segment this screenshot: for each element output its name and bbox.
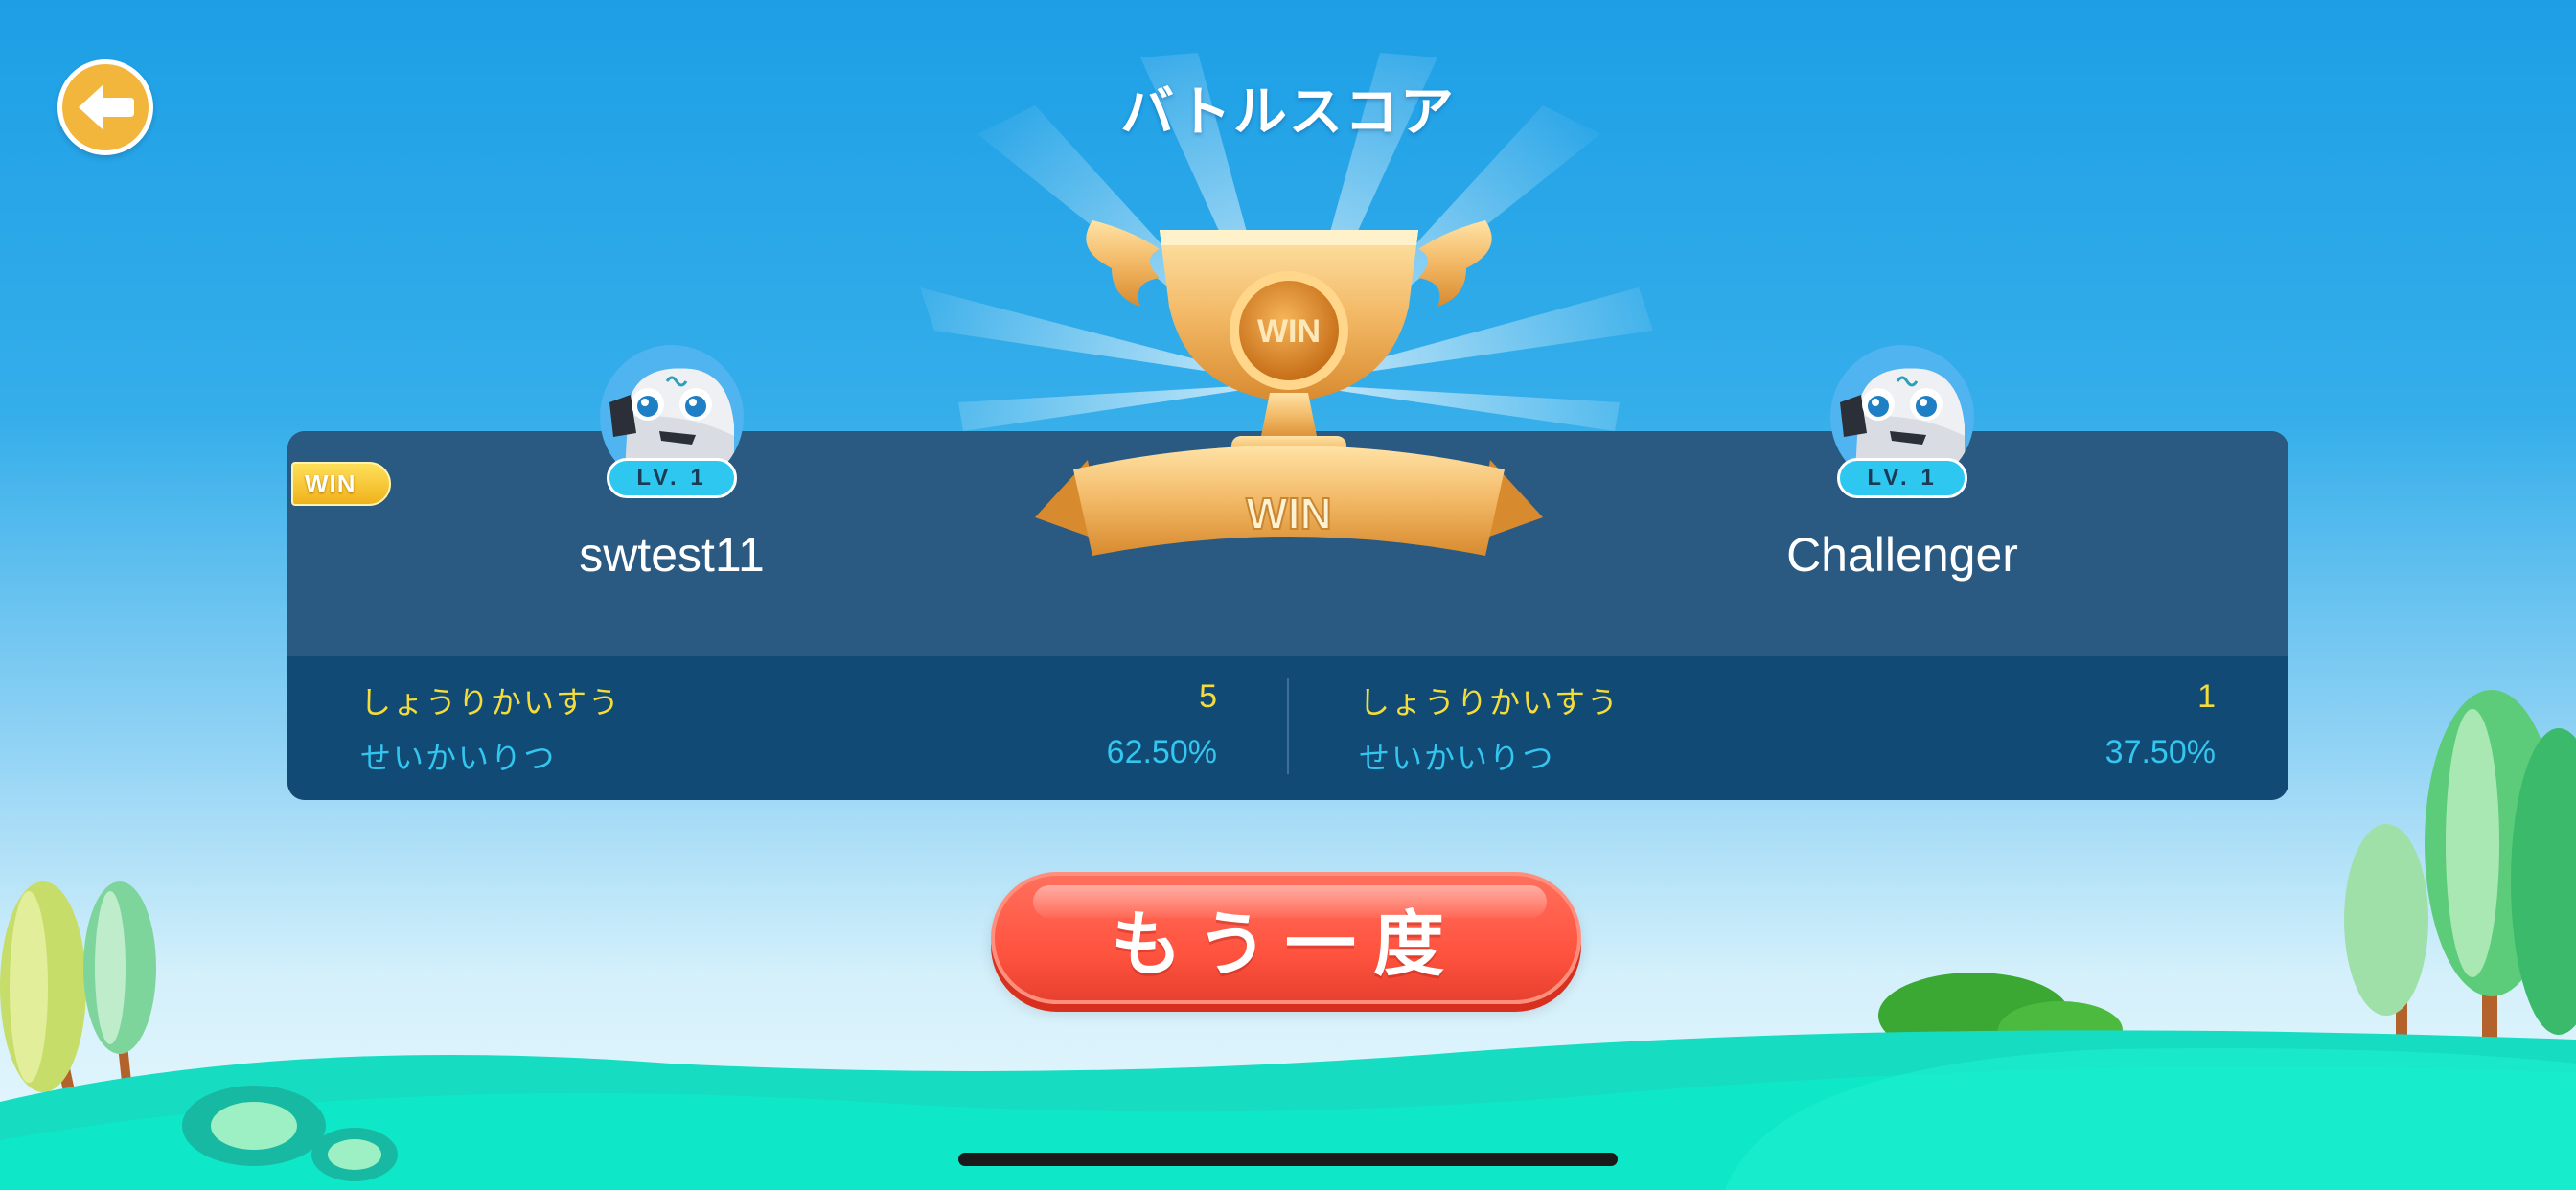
play-again-button[interactable]: もう一度 [991, 872, 1581, 1004]
battle-score-screen: バトルスコア swtest11 Challenger しょうりかいすう 5 せい… [0, 0, 2576, 1190]
tree-right-1 [2344, 824, 2428, 1054]
home-indicator[interactable] [958, 1153, 1618, 1166]
play-again-label: もう一度 [1111, 903, 1461, 986]
tree-right-2 [2425, 690, 2576, 1064]
landscape [0, 690, 2576, 1190]
